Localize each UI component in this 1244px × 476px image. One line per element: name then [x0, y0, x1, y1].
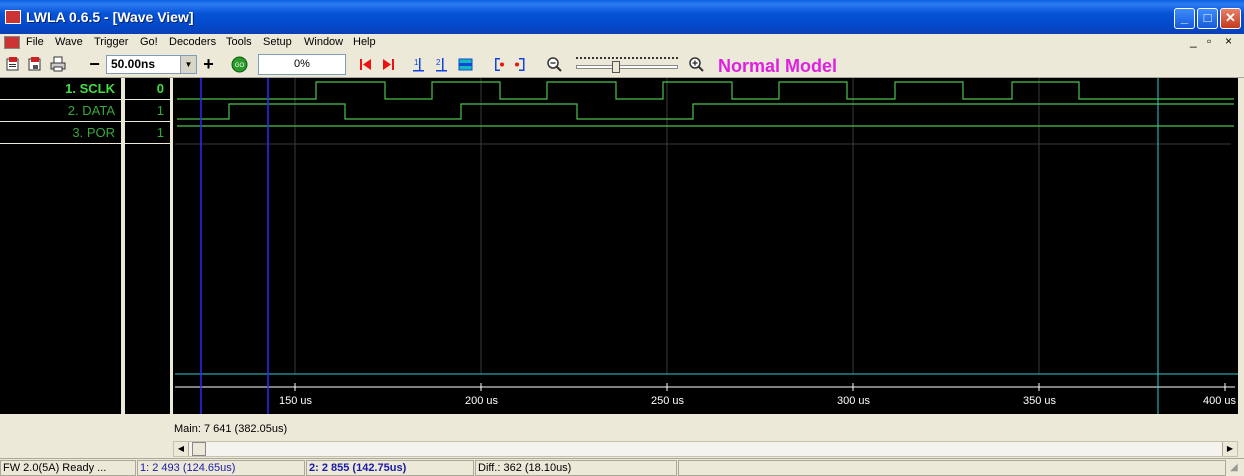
signal-value: 1: [125, 122, 170, 144]
app-icon: [5, 10, 21, 24]
slider-track: [576, 65, 678, 69]
document-icon[interactable]: [4, 36, 20, 49]
menu-bar: File Wave Trigger Go! Decoders Tools Set…: [0, 34, 1244, 52]
cursor2-icon[interactable]: 2: [433, 56, 450, 73]
status-firmware: FW 2.0(5A) Ready ...: [0, 460, 136, 476]
tick-label: 300 us: [837, 395, 871, 407]
cursor1-icon[interactable]: 1: [410, 56, 427, 73]
open-icon[interactable]: [4, 56, 21, 73]
menu-tools[interactable]: Tools: [226, 36, 252, 48]
close-button[interactable]: ✕: [1220, 8, 1241, 29]
waveform-canvas[interactable]: 150 us 200 us 250 us 300 us 350 us 400 u…: [173, 78, 1238, 414]
timebase-value: 50.00ns: [111, 57, 156, 71]
status-cursor1: 1: 2 493 (124.65us): [137, 460, 305, 476]
signal-value: 1: [125, 100, 170, 122]
horizontal-scrollbar[interactable]: ◀ ▶: [173, 441, 1238, 457]
menu-setup[interactable]: Setup: [263, 36, 292, 48]
resize-grip-icon[interactable]: ◢: [1230, 462, 1242, 474]
svg-text:2: 2: [436, 58, 441, 67]
title-bar[interactable]: LWLA 0.6.5 - [Wave View] _ □ ✕: [0, 0, 1244, 34]
zoom-plus-button[interactable]: +: [200, 55, 217, 73]
go-last-icon[interactable]: [380, 56, 397, 73]
menu-decoders[interactable]: Decoders: [169, 36, 216, 48]
mdi-minimize-button[interactable]: _: [1190, 34, 1197, 48]
status-empty: [678, 460, 1226, 476]
mdi-restore-button[interactable]: ▫: [1207, 34, 1211, 48]
menu-go[interactable]: Go!: [140, 36, 158, 48]
zoom-minus-button[interactable]: −: [86, 55, 103, 73]
slider-ticks: [576, 57, 678, 62]
maximize-button[interactable]: □: [1197, 8, 1218, 29]
go-icon-label: GO: [235, 63, 245, 69]
save-icon[interactable]: [26, 56, 43, 73]
tick-label: 250 us: [651, 395, 685, 407]
signal-name-label: 3. POR: [72, 125, 115, 140]
sclk-waveform: [177, 81, 1234, 100]
minimize-button[interactable]: _: [1174, 8, 1195, 29]
scroll-thumb[interactable]: [192, 442, 206, 456]
signal-name-label: 2. DATA: [67, 103, 115, 118]
time-axis-labels: 150 us 200 us 250 us 300 us 350 us 400 u…: [279, 395, 1237, 407]
signal-name-row[interactable]: 2. DATA: [0, 100, 121, 122]
chevron-down-icon[interactable]: ▼: [180, 56, 196, 73]
signal-values-panel: 0 1 1: [125, 78, 170, 414]
signal-value: 0: [125, 78, 170, 100]
go-button[interactable]: GO: [231, 56, 248, 73]
mode-label: Normal Model: [718, 56, 838, 76]
signal-name-label: 1. SCLK: [65, 81, 115, 96]
waveforms: [177, 81, 1234, 127]
menu-help[interactable]: Help: [353, 36, 376, 48]
tick-label: 150 us: [279, 395, 313, 407]
menu-window[interactable]: Window: [304, 36, 343, 48]
window-title: LWLA 0.6.5 - [Wave View]: [26, 9, 194, 25]
status-diff: Diff.: 362 (18.10us): [475, 460, 677, 476]
menu-trigger[interactable]: Trigger: [94, 36, 128, 48]
status-bar: FW 2.0(5A) Ready ... 1: 2 493 (124.65us)…: [0, 458, 1244, 476]
progress-field: 0%: [258, 54, 346, 75]
main-cursor-info: Main: 7 641 (382.05us): [174, 423, 288, 435]
signal-name-row[interactable]: 3. POR: [0, 122, 121, 144]
mdi-close-button[interactable]: ×: [1225, 34, 1232, 48]
go-first-icon[interactable]: [357, 56, 374, 73]
tick-label: 400 us: [1203, 395, 1237, 407]
toolbar: − 50.00ns ▼ + GO 0% 1 2 Normal Model: [0, 52, 1244, 78]
zoom-in-icon[interactable]: [688, 56, 705, 73]
data-waveform: [177, 103, 1234, 120]
print-icon[interactable]: [49, 56, 66, 73]
scroll-left-button[interactable]: ◀: [174, 442, 189, 456]
grid-lines: [175, 78, 1231, 374]
svg-text:1: 1: [414, 58, 419, 67]
signal-name-row[interactable]: 1. SCLK: [0, 78, 121, 100]
slider-thumb[interactable]: [612, 61, 620, 73]
timebase-select[interactable]: 50.00ns ▼: [106, 55, 197, 74]
menu-file[interactable]: File: [26, 36, 44, 48]
tick-label: 350 us: [1023, 395, 1057, 407]
status-cursor2: 2: 2 855 (142.75us): [306, 460, 474, 476]
fit-view-icon[interactable]: [457, 56, 474, 73]
marker-left-icon[interactable]: [490, 56, 507, 73]
zoom-slider[interactable]: [576, 57, 678, 73]
zoom-out-icon[interactable]: [546, 56, 563, 73]
tick-label: 200 us: [465, 395, 499, 407]
lwla-window: LWLA 0.6.5 - [Wave View] _ □ ✕ File Wave…: [0, 0, 1244, 476]
scroll-right-button[interactable]: ▶: [1222, 442, 1237, 456]
menu-wave[interactable]: Wave: [55, 36, 83, 48]
marker-right-icon[interactable]: [512, 56, 529, 73]
info-bar: Main: 7 641 (382.05us): [0, 414, 1244, 440]
signal-names-panel: 1. SCLK 2. DATA 3. POR: [0, 78, 123, 414]
